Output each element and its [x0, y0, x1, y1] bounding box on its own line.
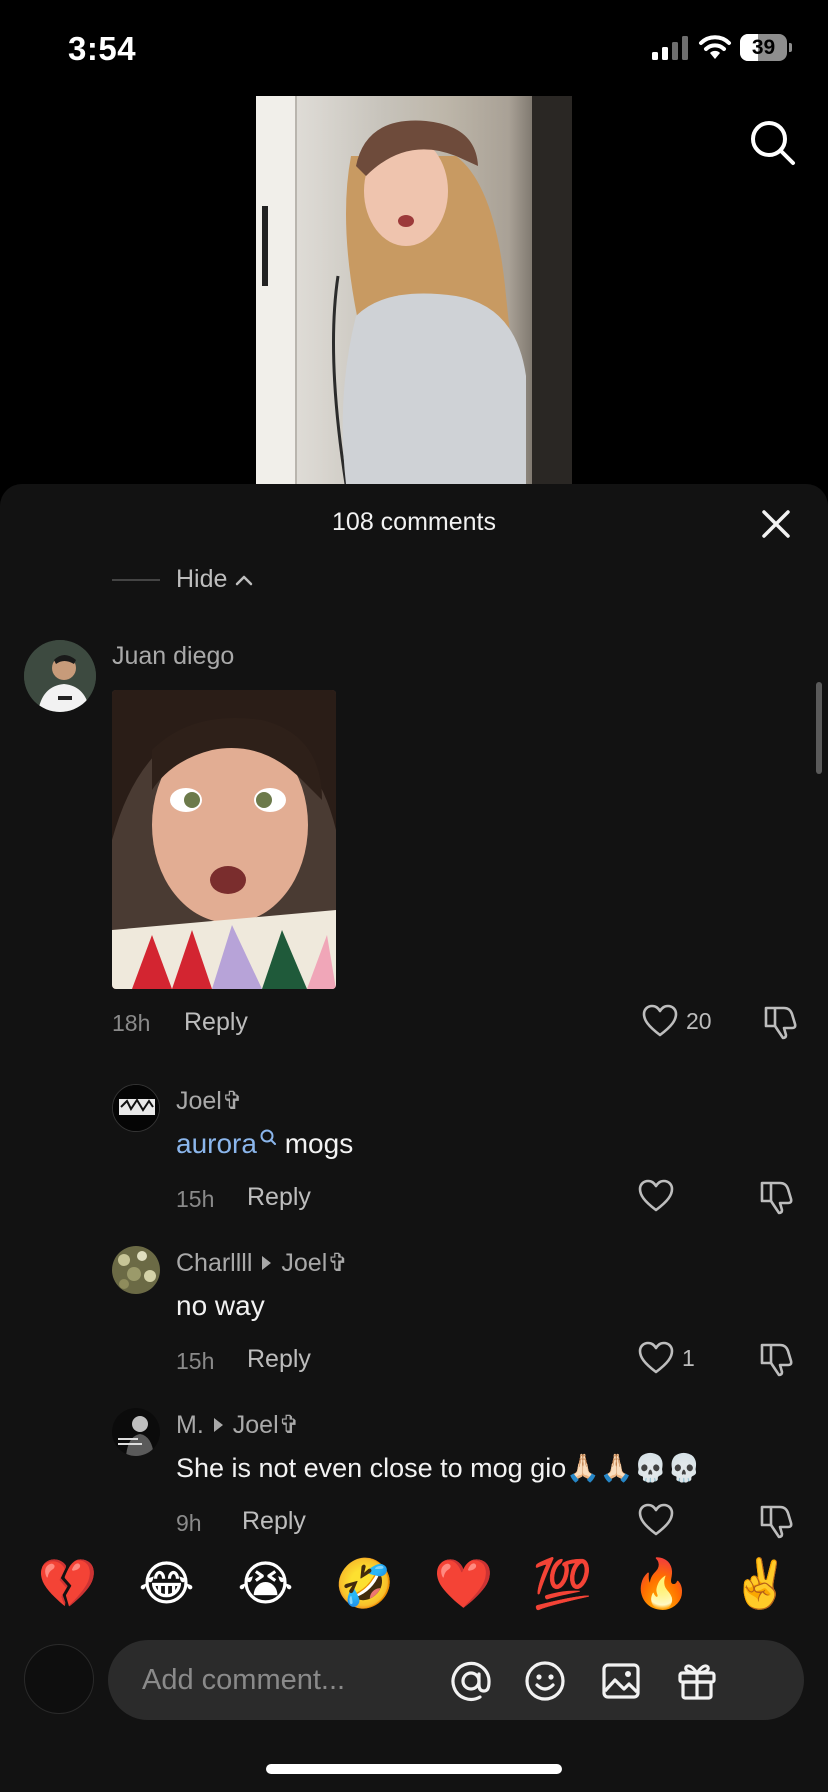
comment-time: 9h	[176, 1510, 202, 1536]
wifi-icon	[699, 35, 731, 59]
hide-divider	[112, 579, 160, 581]
like-button[interactable]	[638, 1179, 682, 1213]
comments-count-title: 108 comments	[332, 508, 496, 536]
avatar[interactable]	[112, 1084, 160, 1132]
avatar-image	[24, 640, 96, 712]
emoji-broken-heart[interactable]: 💔	[36, 1552, 100, 1616]
emoji-rofl[interactable]: 🤣	[333, 1552, 397, 1616]
avatar[interactable]	[112, 1408, 160, 1456]
home-indicator[interactable]	[266, 1764, 562, 1774]
like-count: 1	[682, 1344, 695, 1371]
image-icon[interactable]	[600, 1660, 642, 1702]
close-icon[interactable]	[760, 508, 792, 540]
comment-text: no way	[176, 1290, 265, 1321]
comment-time: 18h	[112, 1010, 151, 1036]
video-frame-image	[256, 96, 572, 484]
heart-icon	[638, 1503, 674, 1536]
emoji-victory[interactable]: ✌️	[729, 1552, 793, 1616]
heart-icon	[638, 1179, 674, 1212]
dislike-icon[interactable]	[758, 1341, 794, 1377]
hide-label: Hide	[176, 565, 228, 593]
emoji-heart[interactable]: ❤️	[432, 1552, 496, 1616]
reply-to-arrow-icon	[213, 1418, 223, 1432]
scrollbar[interactable]	[816, 682, 822, 774]
reply-button[interactable]: Reply	[247, 1345, 311, 1374]
battery-level: 39	[751, 36, 776, 59]
emoji-quick-bar: 💔 😂 😭 🤣 ❤️ 💯 🔥 ✌️	[0, 1552, 828, 1616]
video-thumbnail[interactable]	[256, 96, 572, 484]
search-icon[interactable]	[748, 118, 796, 166]
avatar[interactable]	[24, 640, 96, 712]
like-button[interactable]: 20	[642, 1004, 712, 1038]
emoji-hundred[interactable]: 💯	[531, 1552, 595, 1616]
reply-to-name[interactable]: Joel✞	[281, 1248, 348, 1278]
mention-link[interactable]: aurora	[176, 1128, 277, 1159]
avatar-image	[112, 1246, 160, 1294]
status-time: 3:54	[68, 30, 137, 67]
reply-button[interactable]: Reply	[184, 1008, 248, 1037]
my-avatar[interactable]	[24, 1644, 94, 1714]
status-bar: 3:54 39	[0, 0, 828, 96]
comment-photo	[112, 690, 336, 989]
heart-icon	[638, 1341, 674, 1374]
comment-text: She is not even close to mog gio🙏🏻🙏🏻💀💀	[176, 1453, 701, 1483]
avatar-image	[112, 1408, 160, 1456]
add-comment-input[interactable]	[142, 1640, 482, 1720]
signal-icon	[652, 36, 688, 60]
comment-image[interactable]	[112, 690, 336, 989]
emoji-fire[interactable]: 🔥	[630, 1552, 694, 1616]
avatar-image	[113, 1085, 159, 1131]
like-button[interactable]	[638, 1503, 682, 1537]
comment-composer	[108, 1640, 804, 1720]
hide-replies-button[interactable]: Hide	[176, 565, 253, 594]
reply-button[interactable]: Reply	[242, 1507, 306, 1536]
comment-author[interactable]: Charllll Joel✞	[176, 1248, 348, 1278]
emoji-sob[interactable]: 😭	[234, 1552, 298, 1616]
heart-icon	[642, 1004, 678, 1037]
gift-icon[interactable]	[676, 1660, 718, 1702]
comment-author[interactable]: M. Joel✞	[176, 1410, 300, 1440]
comment-time: 15h	[176, 1348, 215, 1374]
like-button[interactable]: 1	[638, 1341, 695, 1375]
comment-time: 15h	[176, 1186, 215, 1212]
reply-button[interactable]: Reply	[247, 1183, 311, 1212]
battery-icon: 39	[740, 34, 792, 61]
emoji-icon[interactable]	[524, 1660, 566, 1702]
comment-text: aurora mogs	[176, 1128, 354, 1159]
emoji-joy[interactable]: 😂	[135, 1552, 199, 1616]
dislike-icon[interactable]	[758, 1503, 794, 1539]
comment-author[interactable]: Joel✞	[176, 1086, 243, 1116]
comment-author[interactable]: Juan diego	[112, 642, 234, 671]
reply-to-name[interactable]: Joel✞	[233, 1410, 300, 1440]
avatar[interactable]	[112, 1246, 160, 1294]
like-count: 20	[686, 1007, 712, 1034]
search-icon	[260, 1129, 276, 1145]
chevron-up-icon	[236, 575, 253, 585]
dislike-icon[interactable]	[762, 1004, 798, 1040]
at-icon[interactable]	[450, 1660, 492, 1702]
dislike-icon[interactable]	[758, 1179, 794, 1215]
reply-to-arrow-icon	[262, 1256, 272, 1270]
